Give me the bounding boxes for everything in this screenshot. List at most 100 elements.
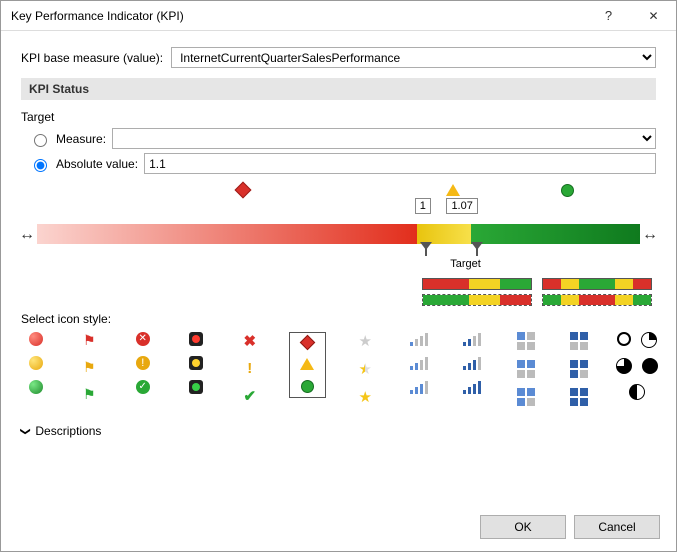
bars-d-2-icon	[463, 356, 481, 370]
circle-yellow-icon	[29, 356, 43, 370]
icon-style-bars-gray[interactable]	[404, 332, 434, 394]
close-icon: ✕	[648, 9, 658, 23]
target-absolute-row: Absolute value:	[29, 153, 656, 174]
target-measure-row: Measure:	[29, 128, 656, 149]
title-bar: Key Performance Indicator (KPI) ? ✕	[1, 1, 676, 31]
base-measure-select[interactable]: InternetCurrentQuarterSalesPerformance	[171, 47, 656, 68]
icon-style-squares-dark[interactable]	[564, 332, 594, 406]
icon-style-symbols[interactable]: ✕ ! ✓	[128, 332, 158, 394]
icon-style-grid: ⚑ ⚑ ⚑ ✕ ! ✓ ✖	[21, 326, 656, 416]
bars-d-3-icon	[463, 380, 481, 394]
help-icon: ?	[605, 8, 612, 23]
icon-style-shapes[interactable]	[289, 332, 327, 398]
color-pattern-presets	[21, 278, 656, 290]
sq-1-icon	[517, 332, 535, 350]
threshold-handle-1[interactable]	[421, 218, 431, 250]
x-circle-icon: ✕	[136, 332, 150, 346]
dialog-client: KPI base measure (value): InternetCurren…	[1, 31, 676, 503]
base-measure-row: KPI base measure (value): InternetCurren…	[21, 47, 656, 68]
bang-mark-icon: !	[247, 360, 252, 377]
target-measure-radio-label[interactable]: Measure:	[29, 131, 106, 147]
circle-shape-icon	[301, 380, 314, 393]
star-half-icon: ★	[358, 360, 371, 378]
ok-button[interactable]: OK	[480, 515, 566, 539]
traffic-red-icon	[189, 332, 203, 346]
threshold-value-2[interactable]: 1.07	[446, 198, 477, 214]
descriptions-expander[interactable]: ❯ Descriptions	[21, 424, 656, 438]
pattern-gyr[interactable]	[422, 294, 532, 306]
target-measure-select[interactable]	[112, 128, 656, 149]
star-full-icon: ★	[358, 388, 371, 406]
bars-2-icon	[410, 356, 428, 370]
help-button[interactable]: ?	[586, 1, 631, 31]
bars-1-icon	[410, 332, 428, 346]
icon-style-stars[interactable]: ★ ★ ★	[350, 332, 380, 406]
flag-red-icon: ⚑	[83, 332, 96, 349]
icon-style-label: Select icon style:	[21, 312, 656, 326]
absolute-value-input[interactable]	[144, 153, 656, 174]
star-empty-icon: ★	[358, 332, 371, 350]
circle-red-icon	[29, 332, 43, 346]
circle-green-icon	[29, 380, 43, 394]
color-pattern-presets-2	[21, 294, 656, 306]
threshold-value-1[interactable]: 1	[415, 198, 431, 214]
kpi-dialog: Key Performance Indicator (KPI) ? ✕ KPI …	[0, 0, 677, 552]
icon-style-marks[interactable]: ✖ ! ✔	[235, 332, 265, 405]
sq-d-1-icon	[570, 332, 588, 350]
pie-q3-icon	[616, 358, 632, 374]
x-mark-icon: ✖	[243, 332, 256, 350]
target-group: Target Measure: Absolute value:	[21, 110, 656, 174]
expand-right-icon[interactable]: ↔	[642, 226, 658, 244]
threshold-handle-2[interactable]	[472, 218, 482, 250]
bars-d-1-icon	[463, 332, 481, 346]
window-close-button[interactable]: ✕	[631, 1, 676, 31]
kpi-status-header: KPI Status	[21, 78, 656, 100]
cancel-button[interactable]: Cancel	[574, 515, 660, 539]
diamond-red-icon	[237, 184, 253, 200]
icon-style-section: Select icon style: ⚑ ⚑ ⚑ ✕ !	[21, 312, 656, 416]
target-axis-label: Target	[450, 258, 481, 270]
target-absolute-radio[interactable]	[34, 159, 47, 172]
sq-d-2-icon	[570, 360, 588, 378]
icon-style-flags[interactable]: ⚑ ⚑ ⚑	[75, 332, 105, 403]
bang-circle-icon: !	[136, 356, 150, 370]
pie-empty-icon	[617, 332, 631, 346]
pattern-gyrg[interactable]	[542, 294, 652, 306]
bars-3-icon	[410, 380, 428, 394]
pie-half-icon	[629, 384, 645, 400]
icon-style-traffic[interactable]	[182, 332, 212, 394]
dialog-footer: OK Cancel	[1, 503, 676, 551]
sq-d-3-icon	[570, 388, 588, 406]
target-title: Target	[21, 110, 656, 124]
icon-style-bars-dark[interactable]	[457, 332, 487, 394]
icon-style-pie[interactable]	[618, 332, 656, 403]
descriptions-label: Descriptions	[35, 424, 101, 438]
target-measure-radio[interactable]	[34, 134, 47, 147]
pattern-ryg[interactable]	[422, 278, 532, 290]
check-circle-icon: ✓	[136, 380, 150, 394]
traffic-green-icon	[189, 380, 203, 394]
flag-yellow-icon: ⚑	[83, 359, 96, 376]
icon-style-circles[interactable]	[21, 332, 51, 394]
traffic-yellow-icon	[189, 356, 203, 370]
chevron-down-icon: ❯	[20, 427, 31, 435]
threshold-slider[interactable]: 1 1.07 ↔ ↔ Target	[21, 184, 656, 274]
pattern-rgyr[interactable]	[542, 278, 652, 290]
target-absolute-radio-label[interactable]: Absolute value:	[29, 156, 138, 172]
triangle-icon	[300, 358, 314, 370]
pie-full-icon	[642, 358, 658, 374]
pie-q1-icon	[641, 332, 657, 348]
check-mark-icon: ✔	[243, 387, 256, 405]
circle-green-icon	[561, 184, 577, 200]
icon-style-squares-gray[interactable]	[511, 332, 541, 406]
sq-3-icon	[517, 388, 535, 406]
window-title: Key Performance Indicator (KPI)	[11, 9, 586, 23]
base-measure-label: KPI base measure (value):	[21, 51, 163, 65]
gradient-bar	[37, 224, 640, 244]
flag-green-icon: ⚑	[83, 386, 96, 403]
sq-2-icon	[517, 360, 535, 378]
diamond-icon	[300, 335, 316, 351]
measure-label-text: Measure:	[56, 132, 106, 146]
expand-left-icon[interactable]: ↔	[19, 226, 35, 244]
absolute-label-text: Absolute value:	[56, 157, 138, 171]
